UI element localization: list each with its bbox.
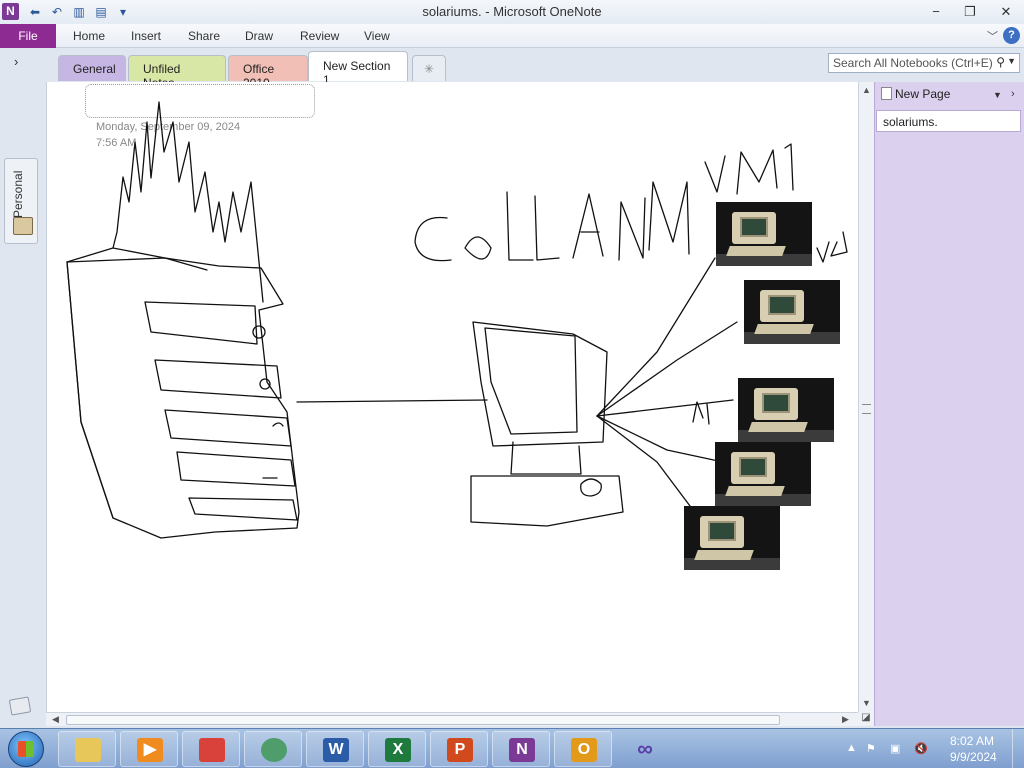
taskbar-windows-explorer[interactable] <box>58 731 116 767</box>
section-tab-office-2010[interactable]: Office 2010 <box>228 55 308 90</box>
collapse-page-pane-icon[interactable]: › <box>1011 88 1015 100</box>
title-bar: N ⬅ ↶ ▥ ▤ ▾ solariums. - Microsoft OneNo… <box>0 0 1024 24</box>
taskbar-geogebra[interactable] <box>182 731 240 767</box>
computer-screen <box>708 521 736 541</box>
taskbar-word[interactable]: W <box>306 731 364 767</box>
notebook-label: Personal <box>11 170 25 218</box>
gift-box-icon <box>199 738 225 762</box>
show-hidden-icons-icon[interactable]: ▲ <box>846 742 857 754</box>
new-page-icon <box>881 87 892 100</box>
ribbon-tab-bar: File Home Insert Share Draw Review View … <box>0 24 1024 48</box>
create-section-button[interactable]: ✳ <box>412 55 446 81</box>
retro-computer-image-2[interactable] <box>744 280 840 344</box>
restore-button[interactable]: ❐ <box>956 2 984 22</box>
retro-computer-image-4[interactable] <box>715 442 811 506</box>
search-input[interactable]: Search All Notebooks (Ctrl+E) ⚲ ▼ <box>828 53 1020 73</box>
retro-computer-image-5[interactable] <box>684 506 780 570</box>
scroll-right-icon[interactable]: ▶ <box>842 714 849 725</box>
infinity-icon: ∞ <box>637 736 653 761</box>
computer-keyboard <box>725 486 785 496</box>
excel-icon: X <box>385 738 411 762</box>
file-tab[interactable]: File <box>0 24 56 48</box>
retro-computer-image-1[interactable] <box>716 202 812 266</box>
page-canvas[interactable]: Monday, September 09, 2024 7:56 AM <box>46 82 858 712</box>
onenote-icon: N <box>509 738 535 762</box>
computer-screen <box>768 295 796 315</box>
taskbar-excel[interactable]: X <box>368 731 426 767</box>
taskbar-onenote[interactable]: N <box>492 731 550 767</box>
browser-icon <box>261 738 287 762</box>
new-page-button[interactable]: New Page <box>881 87 950 101</box>
section-tab-unfiled-notes[interactable]: Unfiled Notes <box>128 55 226 90</box>
windows-logo-icon <box>18 741 34 757</box>
media-player-icon: ▶ <box>137 738 163 762</box>
computer-screen <box>740 217 768 237</box>
clock-time[interactable]: 8:02 AM <box>950 734 994 748</box>
tab-share[interactable]: Share <box>188 29 220 43</box>
taskbar-media-player[interactable]: ▶ <box>120 731 178 767</box>
expand-notebook-pane-icon[interactable]: › <box>14 54 18 69</box>
notebook-icon <box>13 217 33 235</box>
taskbar-outlook[interactable]: O <box>554 731 612 767</box>
new-page-dropdown-icon[interactable]: ▼ <box>993 90 1002 100</box>
taskbar: ▶ W X P N O ∞ ▲ ⚑ ▣ 🔇 8:02 AM 9/9/2024 <box>0 728 1024 768</box>
unfiled-notes-icon[interactable] <box>8 696 32 716</box>
horizontal-scroll-thumb[interactable] <box>66 715 780 725</box>
help-icon[interactable]: ? <box>1003 27 1020 44</box>
tab-insert[interactable]: Insert <box>131 29 161 43</box>
section-tab-new-section-1[interactable]: New Section 1 <box>308 51 408 87</box>
show-desktop-button[interactable] <box>1012 729 1024 768</box>
outlook-icon: O <box>571 738 597 762</box>
minimize-button[interactable]: − <box>922 2 950 22</box>
action-center-flag-icon[interactable]: ⚑ <box>866 742 876 755</box>
new-page-label: New Page <box>895 87 951 101</box>
notebook-pane: Personal <box>0 82 46 726</box>
taskbar-browser[interactable] <box>244 731 302 767</box>
vertical-scrollbar[interactable]: ▲ ▼ <box>858 82 874 712</box>
window-title: solariums. - Microsoft OneNote <box>422 4 602 19</box>
taskbar-visual-studio[interactable]: ∞ <box>616 731 674 767</box>
tab-draw[interactable]: Draw <box>245 29 273 43</box>
computer-keyboard <box>726 246 786 256</box>
tab-review[interactable]: Review <box>300 29 339 43</box>
scroll-down-icon[interactable]: ▼ <box>862 698 871 708</box>
notebook-personal[interactable]: Personal <box>4 158 38 244</box>
computer-keyboard <box>748 422 808 432</box>
ink-drawing[interactable] <box>47 82 858 712</box>
network-icon[interactable]: ▣ <box>890 742 900 755</box>
computer-keyboard <box>694 550 754 560</box>
page-item-solariums[interactable]: solariums. <box>876 110 1021 132</box>
computer-screen <box>762 393 790 413</box>
taskbar-powerpoint[interactable]: P <box>430 731 488 767</box>
powerpoint-icon: P <box>447 738 473 762</box>
search-icon[interactable]: ⚲ <box>996 55 1005 69</box>
computer-keyboard <box>754 324 814 334</box>
scroll-up-icon[interactable]: ▲ <box>862 85 871 95</box>
search-placeholder: Search All Notebooks (Ctrl+E) <box>833 56 993 70</box>
tab-view[interactable]: View <box>364 29 390 43</box>
folder-icon <box>75 738 101 762</box>
clock-date[interactable]: 9/9/2024 <box>950 750 997 764</box>
page-corner-icon: ◪ <box>858 712 874 726</box>
page-tabs-pane: New Page ▼ › solariums. <box>874 82 1024 726</box>
word-icon: W <box>323 738 349 762</box>
tab-home[interactable]: Home <box>73 29 105 43</box>
section-tab-general[interactable]: General <box>58 55 126 81</box>
scroll-grip-icon[interactable] <box>862 404 871 414</box>
volume-muted-icon[interactable]: 🔇 <box>914 742 928 755</box>
close-button[interactable]: ✕ <box>992 2 1020 22</box>
start-button[interactable] <box>8 731 44 767</box>
horizontal-scrollbar[interactable]: ◀ ▶ <box>46 712 858 726</box>
retro-computer-image-3[interactable] <box>738 378 834 442</box>
collapse-ribbon-icon[interactable]: ﹀ <box>987 28 998 44</box>
scroll-left-icon[interactable]: ◀ <box>52 714 59 725</box>
computer-screen <box>739 457 767 477</box>
search-scope-dropdown-icon[interactable]: ▼ <box>1007 56 1016 66</box>
